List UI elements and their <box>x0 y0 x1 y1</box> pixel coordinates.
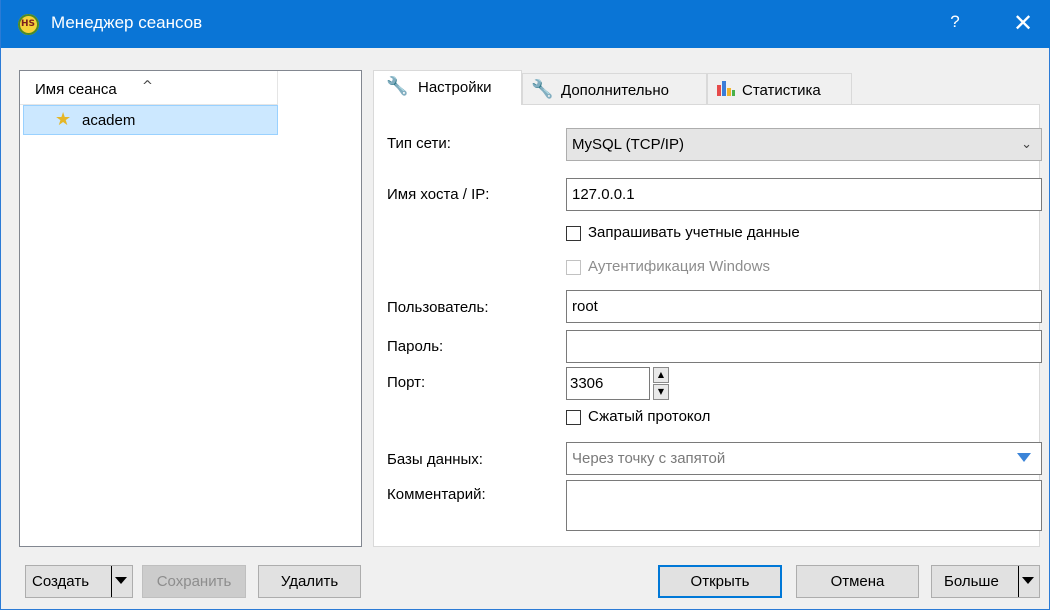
bar-chart-icon <box>716 79 736 102</box>
save-label: Сохранить <box>156 573 232 590</box>
more-button[interactable]: Больше <box>931 565 1040 598</box>
open-label: Открыть <box>690 573 750 590</box>
user-label: Пользователь: <box>387 299 489 316</box>
bar-chart-icon-svg <box>717 81 735 96</box>
port-label: Порт: <box>387 374 426 391</box>
more-label: Больше <box>944 573 999 590</box>
cancel-label: Отмена <box>830 573 885 590</box>
compressed-protocol-checkbox[interactable] <box>566 410 581 425</box>
prompt-credentials-checkbox[interactable] <box>566 226 581 241</box>
tab-statistics[interactable]: Статистика <box>707 73 852 105</box>
compressed-protocol-label[interactable]: Сжатый протокол <box>588 408 710 425</box>
session-star-icon: ★ <box>55 109 72 130</box>
delete-button[interactable]: Удалить <box>258 565 361 598</box>
session-manager-window: Менеджер сеансов ? ✕ Имя сеанса ^ ★ acad… <box>0 0 1050 610</box>
create-label: Создать <box>32 573 90 590</box>
help-button[interactable]: ? <box>937 12 973 32</box>
databases-placeholder: Через точку с запятой <box>572 450 726 467</box>
password-input[interactable] <box>566 330 1042 363</box>
wrench-icon: 🔧 <box>531 79 554 100</box>
create-button[interactable]: Создать <box>25 565 133 598</box>
databases-label: Базы данных: <box>387 451 483 468</box>
network-type-label: Тип сети: <box>387 135 451 152</box>
databases-input[interactable]: Через точку с запятой <box>566 442 1042 475</box>
column-header-session-name[interactable]: Имя сеанса ^ <box>20 71 278 105</box>
create-dropdown-arrow-icon[interactable] <box>111 566 131 597</box>
tab-label: Настройки <box>418 79 492 96</box>
chevron-down-icon: ⌄ <box>1021 137 1032 152</box>
heidisql-logo-icon <box>18 14 39 35</box>
host-label: Имя хоста / IP: <box>387 186 490 203</box>
comment-label: Комментарий: <box>387 486 486 503</box>
user-input[interactable]: root <box>566 290 1042 323</box>
tab-advanced[interactable]: 🔧 Дополнительно <box>522 73 707 105</box>
save-button: Сохранить <box>142 565 246 598</box>
port-value: 3306 <box>570 375 604 392</box>
password-label: Пароль: <box>387 338 444 355</box>
session-item-academ[interactable]: ★ academ <box>23 105 278 135</box>
user-value: root <box>572 298 598 315</box>
comment-textarea[interactable] <box>566 480 1042 531</box>
port-stepper[interactable]: ▲ ▼ <box>653 367 669 400</box>
close-button[interactable]: ✕ <box>1001 9 1045 37</box>
sort-ascending-icon: ^ <box>142 79 153 94</box>
dropdown-triangle-icon[interactable] <box>1017 453 1031 462</box>
delete-label: Удалить <box>280 573 339 590</box>
network-type-select[interactable]: MySQL (TCP/IP) ⌄ <box>566 128 1042 161</box>
title-bar[interactable]: Менеджер сеансов ? ✕ <box>1 0 1050 48</box>
column-header-label: Имя сеанса <box>35 81 117 98</box>
stepper-down-icon[interactable]: ▼ <box>653 384 669 400</box>
prompt-credentials-label[interactable]: Запрашивать учетные данные <box>588 224 800 241</box>
session-list[interactable]: Имя сеанса ^ ★ academ <box>19 70 362 547</box>
window-title: Менеджер сеансов <box>51 13 203 32</box>
tab-settings[interactable]: 🔧 Настройки <box>373 70 522 105</box>
port-input[interactable]: 3306 <box>566 367 650 400</box>
cancel-button[interactable]: Отмена <box>796 565 919 598</box>
network-type-value: MySQL (TCP/IP) <box>572 136 684 153</box>
tab-label: Статистика <box>742 82 821 99</box>
host-input[interactable]: 127.0.0.1 <box>566 178 1042 211</box>
more-dropdown-arrow-icon[interactable] <box>1018 566 1039 597</box>
stepper-up-icon[interactable]: ▲ <box>653 367 669 383</box>
windows-auth-label: Аутентификация Windows <box>588 258 770 275</box>
open-button[interactable]: Открыть <box>658 565 782 598</box>
windows-auth-checkbox <box>566 260 581 275</box>
session-name: academ <box>82 112 136 129</box>
wrench-icon: 🔧 <box>386 76 409 97</box>
tab-label: Дополнительно <box>561 82 669 99</box>
host-value: 127.0.0.1 <box>572 186 635 203</box>
